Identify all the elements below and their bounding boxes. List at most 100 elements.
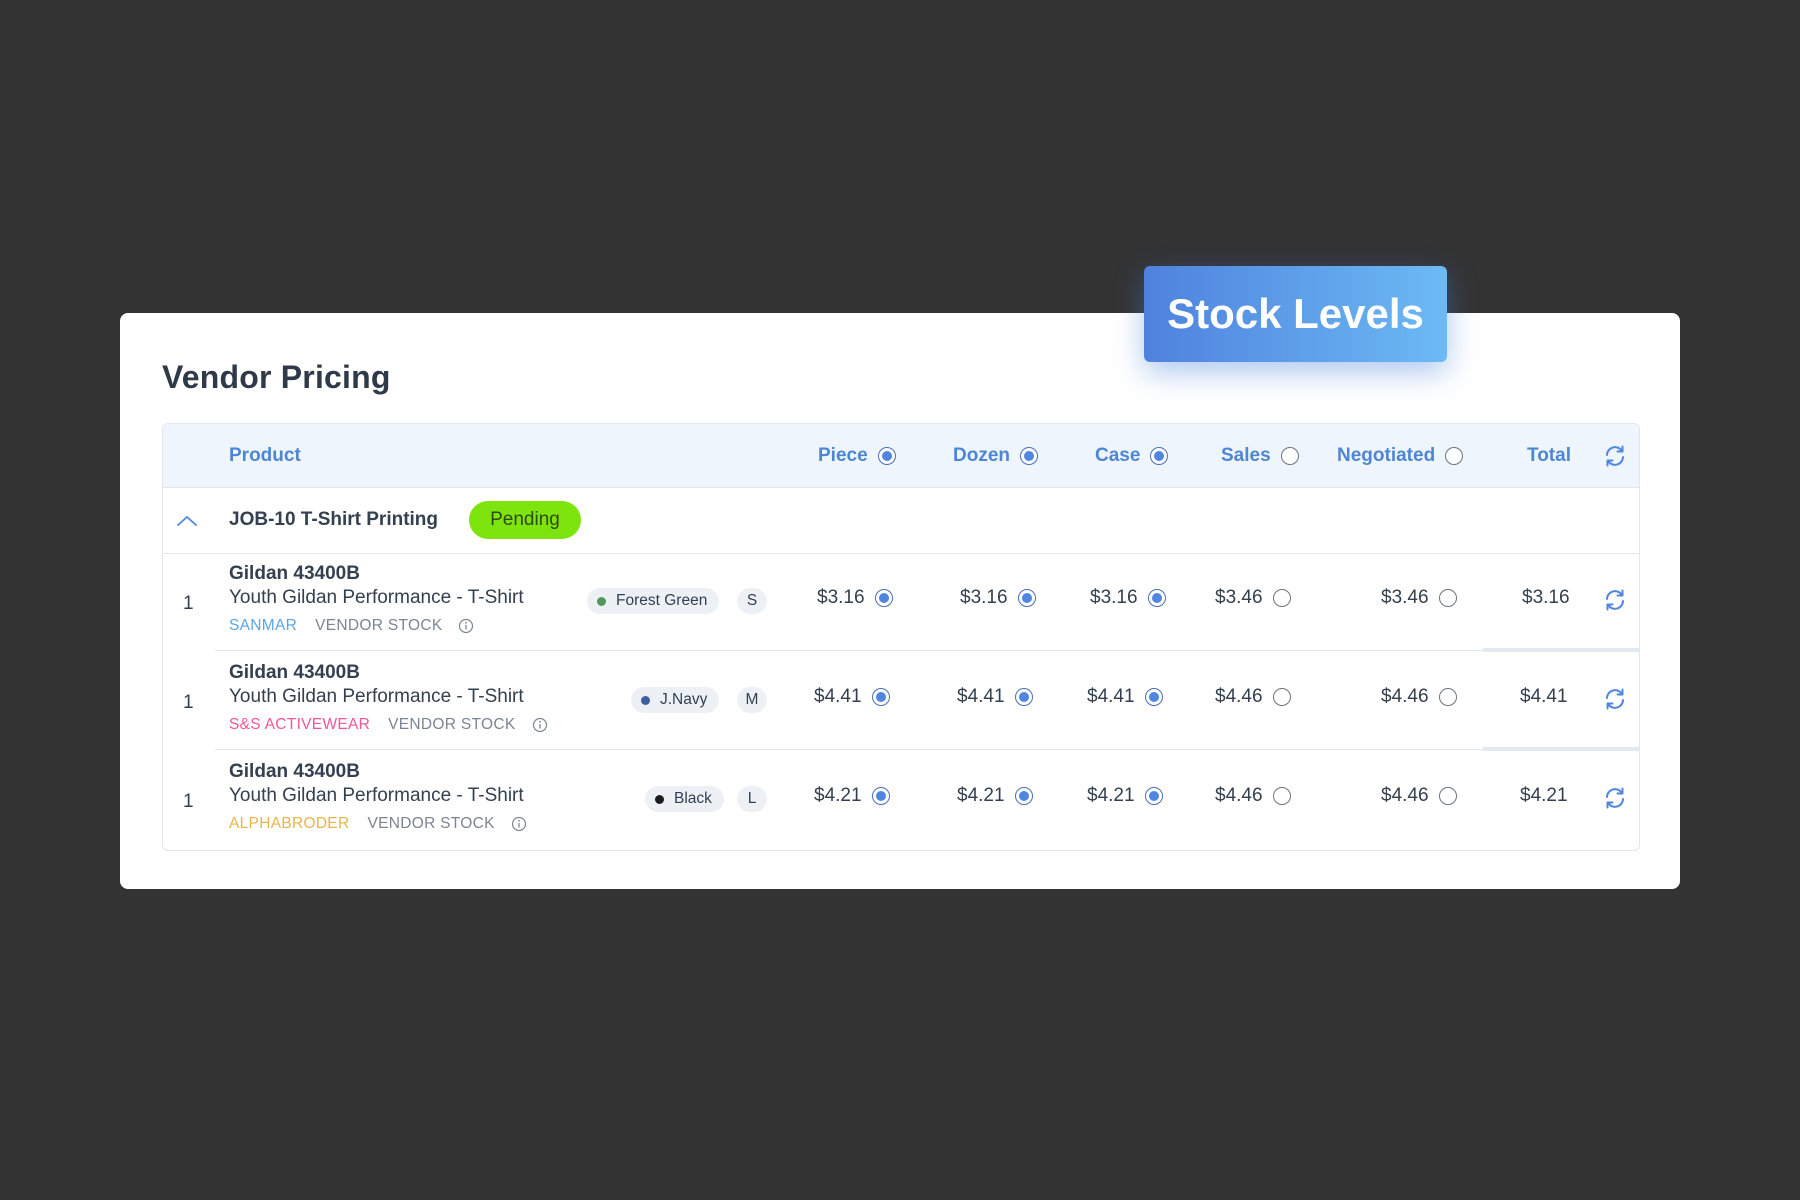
job-group-row: JOB-10 T-Shirt Printing Pending	[163, 487, 1639, 554]
status-badge: Pending	[469, 501, 581, 539]
sales-price-radio[interactable]	[1272, 688, 1291, 706]
case-price: $3.16	[1090, 587, 1166, 609]
refresh-icon[interactable]	[1603, 786, 1627, 810]
row-divider	[215, 749, 1483, 750]
negotiated-price-radio[interactable]	[1438, 589, 1457, 607]
total-price: $3.16	[1522, 587, 1570, 608]
refresh-icon[interactable]	[1603, 588, 1627, 612]
vendor-stock-label: VENDOR STOCK	[315, 617, 443, 634]
case-price-radio[interactable]	[1144, 787, 1163, 805]
case-price-value: $4.41	[1087, 686, 1135, 707]
info-icon[interactable]	[532, 717, 548, 733]
case-price: $4.21	[1087, 785, 1163, 807]
vendor-meta: SANMAR VENDOR STOCK	[229, 617, 474, 635]
product-description: Youth Gildan Performance - T-Shirt	[229, 587, 524, 608]
case-price-value: $3.16	[1090, 587, 1138, 608]
sales-price-value: $4.46	[1215, 785, 1263, 806]
product-name: Gildan 43400B	[229, 761, 360, 782]
case-price-radio[interactable]	[1144, 688, 1163, 706]
vendor-name[interactable]: SANMAR	[229, 617, 297, 635]
refresh-icon[interactable]	[1603, 687, 1627, 711]
vendor-stock-label: VENDOR STOCK	[367, 815, 495, 832]
column-header-total-label: Total	[1527, 444, 1571, 466]
job-group-label: JOB-10 T-Shirt Printing	[229, 509, 439, 530]
color-label: Forest Green	[616, 592, 708, 609]
info-icon[interactable]	[511, 816, 527, 832]
case-select-all-radio[interactable]	[1150, 446, 1169, 465]
negotiated-price: $3.46	[1381, 587, 1457, 609]
dozen-price: $4.41	[957, 686, 1033, 708]
column-header-negotiated-label: Negotiated	[1337, 444, 1436, 466]
total-price: $4.21	[1520, 785, 1568, 806]
column-header-piece-label: Piece	[818, 444, 868, 466]
stock-levels-badge: Stock Levels	[1144, 266, 1447, 362]
dozen-select-all-radio[interactable]	[1020, 446, 1038, 465]
color-swatch-dot	[597, 596, 606, 606]
sales-price: $3.46	[1215, 587, 1291, 609]
refresh-icon[interactable]	[1603, 444, 1627, 468]
piece-price-value: $3.16	[817, 587, 865, 608]
vendor-name[interactable]: S&S ACTIVEWEAR	[229, 716, 370, 734]
table-row: 1 Gildan 43400B Youth Gildan Performance…	[163, 751, 1639, 849]
column-header-sales[interactable]: Sales	[1221, 424, 1299, 487]
chevron-up-icon[interactable]	[175, 509, 199, 533]
negotiated-price-value: $4.46	[1381, 686, 1429, 707]
column-header-total: Total	[1527, 424, 1571, 487]
dozen-price-radio[interactable]	[1014, 688, 1033, 706]
product-name: Gildan 43400B	[229, 662, 360, 683]
negotiated-price-radio[interactable]	[1438, 787, 1457, 805]
info-icon[interactable]	[458, 618, 474, 634]
vendor-name[interactable]: ALPHABRODER	[229, 815, 349, 833]
piece-price-value: $4.21	[814, 785, 862, 806]
sales-price-radio[interactable]	[1272, 589, 1291, 607]
column-header-product[interactable]: Product	[229, 424, 301, 487]
product-name: Gildan 43400B	[229, 563, 360, 584]
piece-price: $4.21	[814, 785, 890, 807]
sales-price: $4.46	[1215, 785, 1291, 807]
column-header-dozen-label: Dozen	[953, 444, 1010, 466]
product-description: Youth Gildan Performance - T-Shirt	[229, 686, 524, 707]
color-label: J.Navy	[660, 691, 708, 708]
piece-price-radio[interactable]	[874, 589, 893, 607]
color-chip: Forest Green	[587, 588, 720, 614]
table-row: 1 Gildan 43400B Youth Gildan Performance…	[163, 652, 1639, 751]
size-chip: L	[737, 786, 767, 812]
column-header-case[interactable]: Case	[1095, 424, 1169, 487]
dozen-price-value: $4.21	[957, 785, 1005, 806]
column-header-negotiated[interactable]: Negotiated	[1337, 424, 1464, 487]
color-chip: Black	[645, 786, 724, 812]
negotiated-select-all-radio[interactable]	[1445, 446, 1464, 465]
piece-select-all-radio[interactable]	[877, 446, 896, 465]
row-index: 1	[183, 593, 194, 614]
size-chip: M	[737, 687, 767, 713]
negotiated-price: $4.46	[1381, 785, 1457, 807]
piece-price: $3.16	[817, 587, 893, 609]
product-description: Youth Gildan Performance - T-Shirt	[229, 785, 524, 806]
column-header-dozen[interactable]: Dozen	[953, 424, 1038, 487]
total-price: $4.41	[1520, 686, 1568, 707]
piece-price-radio[interactable]	[871, 688, 890, 706]
dozen-price-radio[interactable]	[1014, 787, 1033, 805]
column-header-piece[interactable]: Piece	[818, 424, 896, 487]
piece-price-value: $4.41	[814, 686, 862, 707]
sales-price-value: $3.46	[1215, 587, 1263, 608]
piece-price-radio[interactable]	[871, 787, 890, 805]
negotiated-price: $4.46	[1381, 686, 1457, 708]
dozen-price-radio[interactable]	[1017, 589, 1036, 607]
vendor-pricing-card: Vendor Pricing Product Piece Dozen Case …	[120, 313, 1680, 889]
page-title: Vendor Pricing	[162, 359, 391, 395]
row-divider	[215, 650, 1483, 651]
case-price-radio[interactable]	[1147, 589, 1166, 607]
sales-select-all-radio[interactable]	[1280, 446, 1299, 465]
sales-price: $4.46	[1215, 686, 1291, 708]
dozen-price: $3.16	[960, 587, 1036, 609]
color-swatch-dot	[655, 794, 664, 804]
row-index: 1	[183, 791, 194, 812]
negotiated-price-value: $4.46	[1381, 785, 1429, 806]
dozen-price: $4.21	[957, 785, 1033, 807]
sales-price-radio[interactable]	[1272, 787, 1291, 805]
negotiated-price-radio[interactable]	[1438, 688, 1457, 706]
column-header-product-label: Product	[229, 444, 301, 466]
case-price-value: $4.21	[1087, 785, 1135, 806]
row-index: 1	[183, 692, 194, 713]
